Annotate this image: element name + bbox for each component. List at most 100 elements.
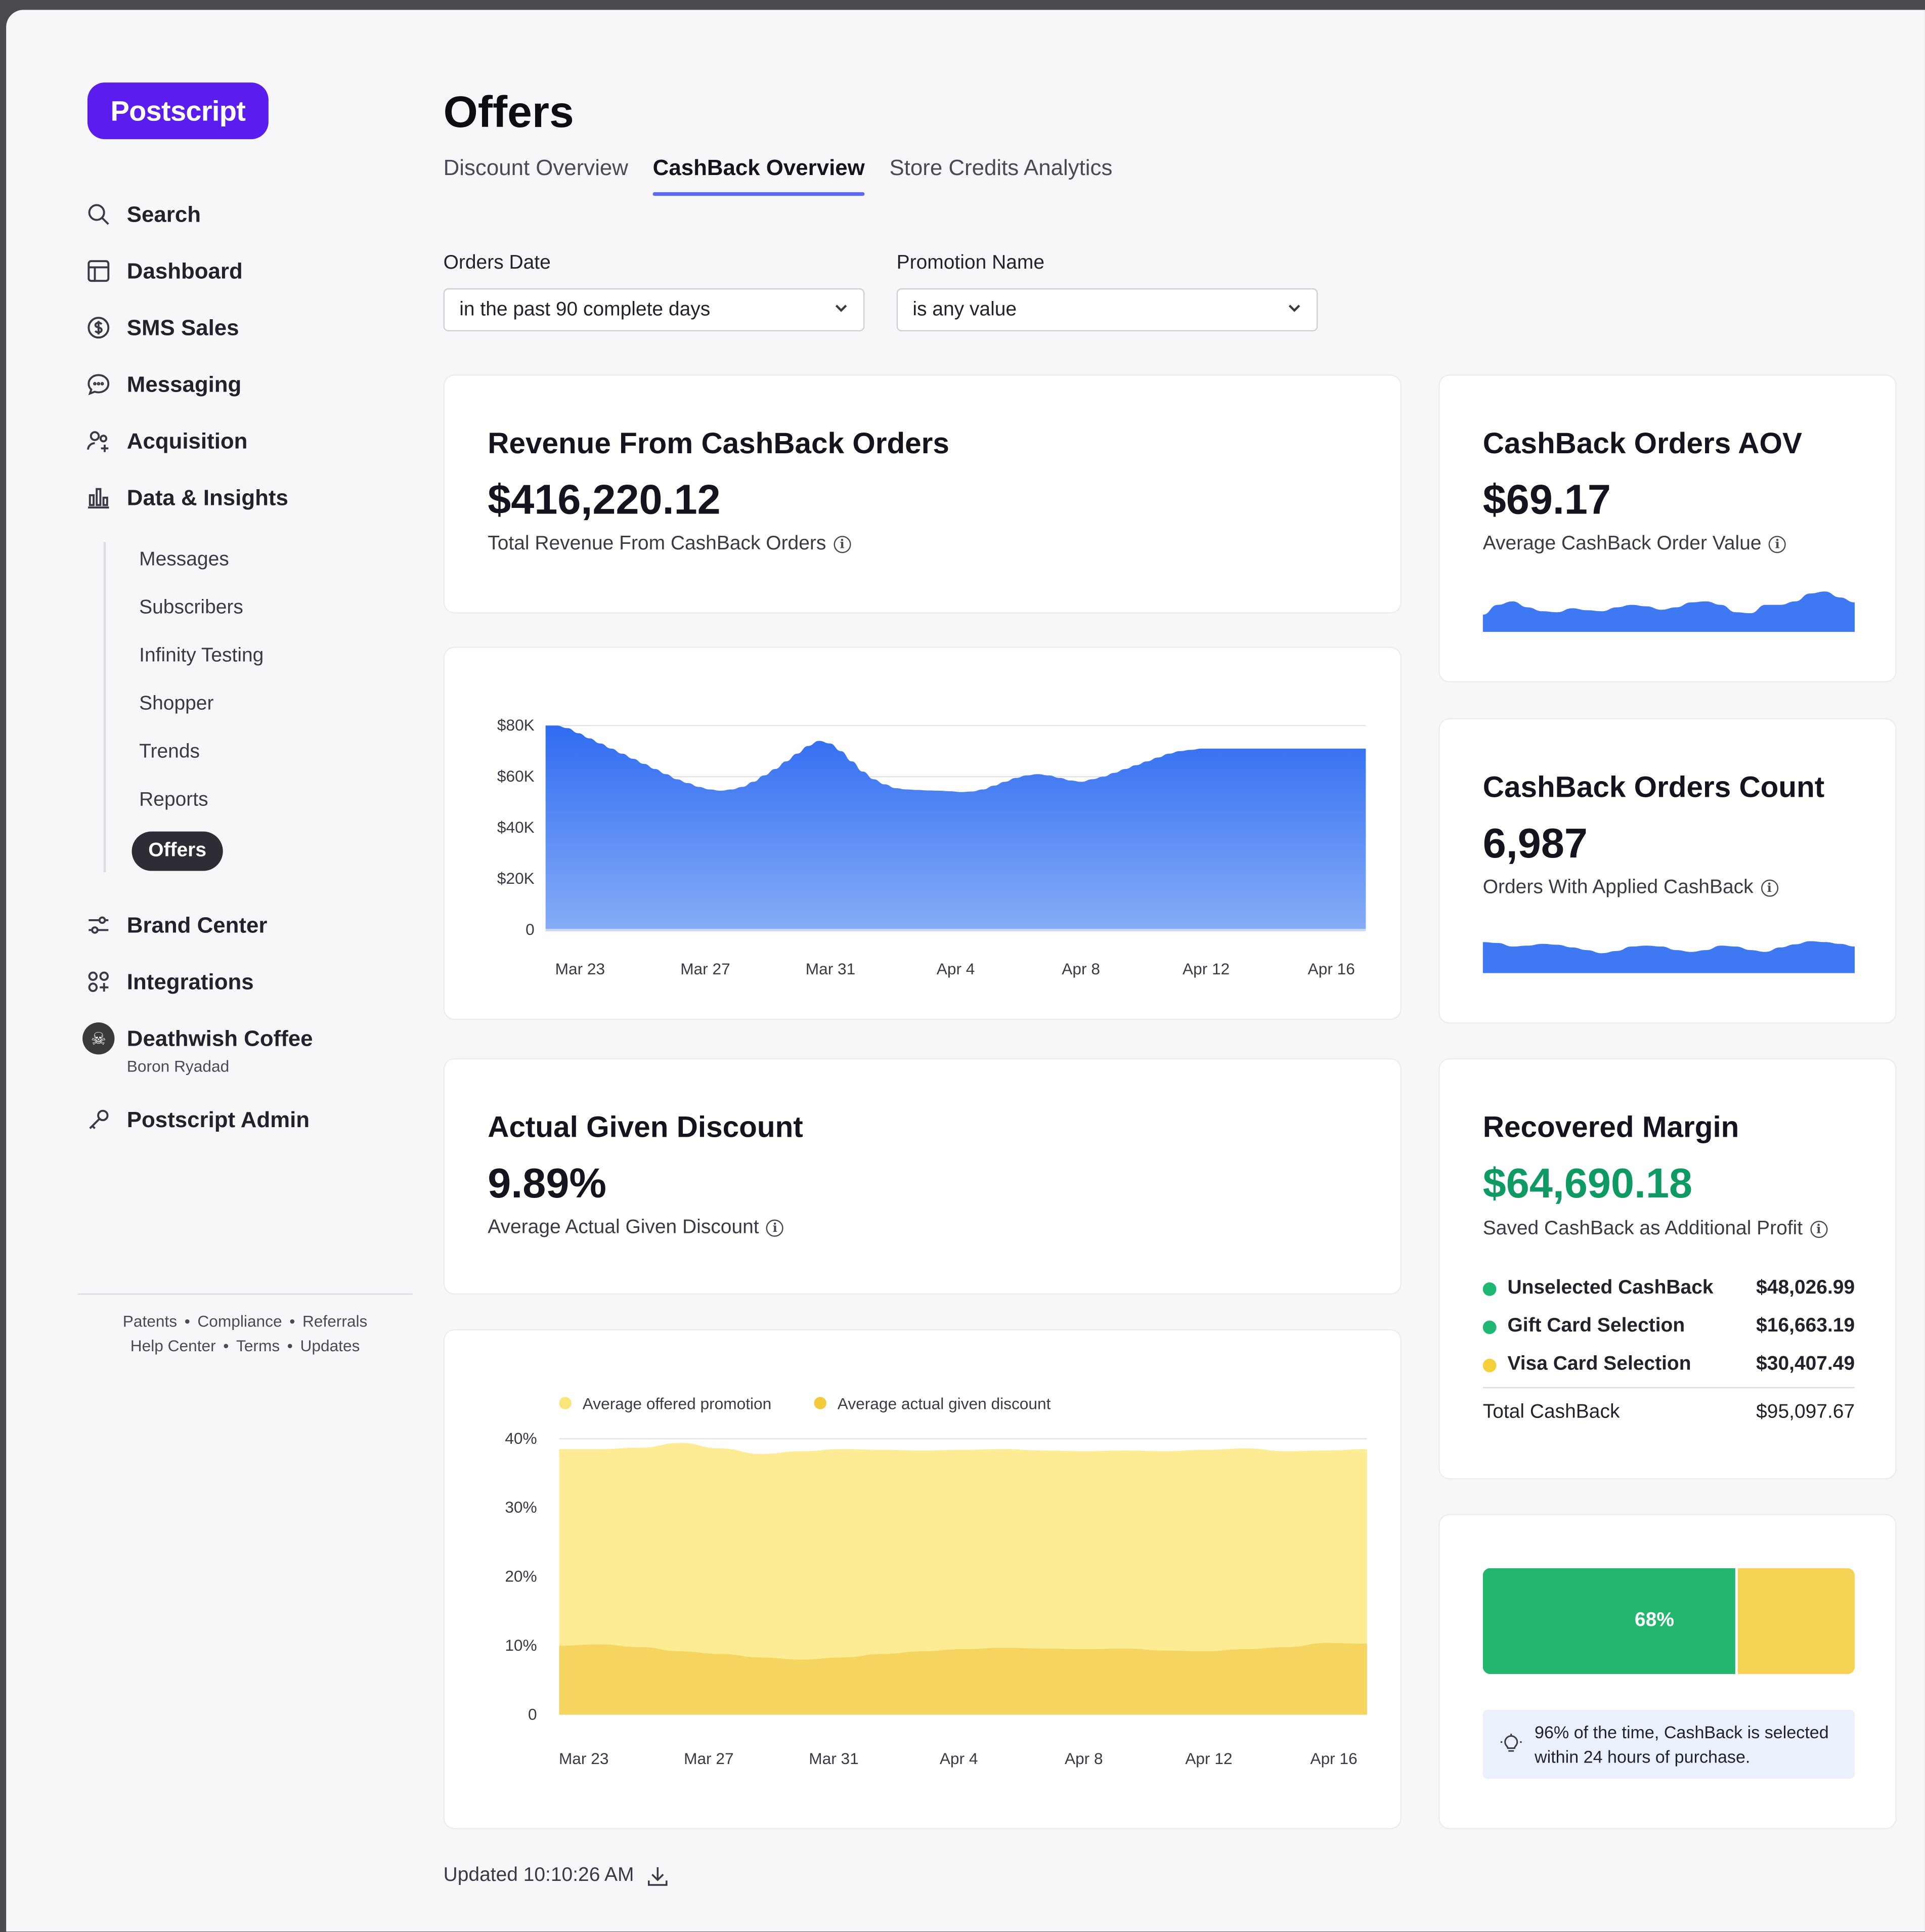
promotion-name-label: Promotion Name [896,252,1044,274]
sliders-icon [85,912,112,939]
sidebar-item-postscript-admin[interactable]: Postscript Admin [85,1102,310,1137]
x-tick-label: Apr 16 [1308,960,1355,978]
footer-link-compliance[interactable]: Compliance [197,1312,282,1330]
store-user: Boron Ryadad [126,1057,230,1076]
x-tick-label: Apr 12 [1185,1749,1232,1768]
sidebar-item-acquisition[interactable]: Acquisition [85,424,247,458]
sub-item-offers[interactable]: Offers [132,831,223,871]
y-tick-label: 40% [505,1429,537,1447]
tab-discount-overview[interactable]: Discount Overview [444,155,628,196]
x-tick-label: Mar 31 [809,1749,858,1768]
lightbulb-icon [1500,1733,1522,1755]
x-tick-label: Mar 23 [559,1749,608,1768]
revenue-card: Revenue From CashBack Orders $416,220.12… [445,375,1401,613]
dollar-circle-icon [85,314,112,341]
sidebar-item-label: Brand Center [126,912,268,937]
legend-dot [814,1397,826,1409]
sub-item-trends[interactable]: Trends [139,739,200,766]
x-tick-label: Mar 27 [684,1749,733,1768]
legend-label: Average actual given discount [838,1395,1051,1413]
aov-card-title: CashBack Orders AOV [1482,427,1802,461]
sub-nav-line [103,542,106,872]
sidebar-item-sms-sales[interactable]: SMS Sales [85,311,239,345]
y-tick-label: 30% [505,1498,537,1516]
sub-item-shopper[interactable]: Shopper [139,691,213,718]
sparkline-area [1482,941,1855,973]
sidebar-item-label: Dashboard [126,258,243,283]
orders-date-select[interactable]: in the past 90 complete days [443,288,865,332]
sub-item-infinity-testing[interactable]: Infinity Testing [139,643,264,670]
legend-dot [1482,1281,1497,1296]
sidebar-item-search[interactable]: Search [85,197,201,232]
sub-item-subscribers[interactable]: Subscribers [139,595,243,622]
sparkline-area [1482,591,1855,632]
y-tick-label: 10% [505,1636,537,1654]
chat-bubble-icon [85,371,112,398]
y-tick-label: $20K [497,869,535,887]
info-icon[interactable]: i [833,536,851,553]
selection-bar: 68% [1482,1568,1855,1675]
aov-card-value: $69.17 [1482,477,1611,524]
legend-dot [1482,1320,1497,1334]
count-card-value: 6,987 [1482,820,1588,868]
cashback-selection-card: 68% 96% of the time, CashBack is selecte… [1439,1515,1896,1828]
store-switcher[interactable]: ☠ Deathwish Coffee [82,1021,313,1056]
tab-cashback-overview[interactable]: CashBack Overview [652,155,865,196]
revenue-chart: $80K $60K $40K $20K 0 Mar 23 Mar 27 Mar 31 Apr 4… [497,716,1366,978]
search-icon [85,201,112,228]
margin-card-subtitle: Saved CashBack as Additional Profit i [1483,1218,1827,1240]
footer-link-help-center[interactable]: Help Center [130,1337,216,1355]
layout-icon [85,257,112,285]
sidebar-item-label: SMS Sales [126,315,239,339]
footer-link-referrals[interactable]: Referrals [302,1312,367,1330]
margin-total-row: Total CashBack $95,097.67 [1482,1402,1855,1423]
promotion-name-select[interactable]: is any value [896,288,1318,332]
recovered-margin-card: Recovered Margin $64,690.18 Saved CashBa… [1439,1059,1896,1478]
footer-links-row2: Help Center • Terms • Updates [130,1336,360,1355]
discount-card: Actual Given Discount 9.89% Average Actu… [445,1059,1401,1294]
store-name: Deathwish Coffee [126,1025,313,1050]
tip-text: 96% of the time, CashBack is selected wi… [1535,1722,1829,1767]
sidebar-item-label: Messaging [126,371,242,396]
discount-chart: Average offered promotion Average actual … [505,1395,1367,1768]
info-icon[interactable]: i [1769,536,1786,553]
tip-box: 96% of the time, CashBack is selected wi… [1482,1709,1855,1779]
x-tick-label: Apr 8 [1062,960,1100,978]
users-plus-icon [85,427,112,455]
info-icon[interactable]: i [766,1219,784,1237]
sidebar-item-data-insights[interactable]: Data & Insights [85,481,288,515]
x-tick-label: Mar 23 [555,960,605,978]
footer-link-terms[interactable]: Terms [236,1337,280,1355]
info-icon[interactable]: i [1761,879,1778,897]
footer-link-patents[interactable]: Patents [123,1312,177,1330]
aov-card-subtitle: Average CashBack Order Value i [1483,533,1786,555]
sub-item-reports[interactable]: Reports [139,787,208,814]
legend-label: Average offered promotion [583,1395,771,1413]
app-frame: Postscript Search Dashboard SMS Sales Me… [6,10,1925,1932]
sidebar-item-dashboard[interactable]: Dashboard [85,254,243,288]
x-tick-label: Apr 4 [940,1749,978,1768]
info-icon[interactable]: i [1810,1221,1827,1238]
x-tick-label: Apr 12 [1183,960,1230,978]
sidebar-item-integrations[interactable]: Integrations [85,965,254,999]
x-tick-label: Mar 27 [680,960,730,978]
tab-store-credits-analytics[interactable]: Store Credits Analytics [889,155,1112,196]
sidebar-item-label: Acquisition [126,428,248,453]
postscript-logo[interactable]: Postscript [87,82,269,140]
y-tick-label: 0 [526,920,535,938]
key-icon [85,1106,112,1134]
sidebar-item-brand-center[interactable]: Brand Center [85,908,267,942]
sidebar-divider [77,1293,413,1295]
legend-dot [559,1397,572,1409]
skull-avatar-icon: ☠ [82,1022,115,1055]
revenue-card-title: Revenue From CashBack Orders [488,427,949,461]
download-icon[interactable] [646,1865,669,1887]
sidebar-item-messaging[interactable]: Messaging [85,367,241,402]
revenue-area [545,725,1366,930]
margin-card-title: Recovered Margin [1482,1111,1739,1145]
footer-link-updates[interactable]: Updates [300,1337,360,1355]
revenue-chart-card: $80K $60K $40K $20K 0 Mar 23 Mar 27 Mar 31 Apr 4… [445,648,1401,1019]
revenue-card-value: $416,220.12 [488,477,721,524]
sub-item-messages[interactable]: Messages [139,547,229,574]
updated-timestamp: Updated 10:10:26 AM [444,1865,669,1887]
